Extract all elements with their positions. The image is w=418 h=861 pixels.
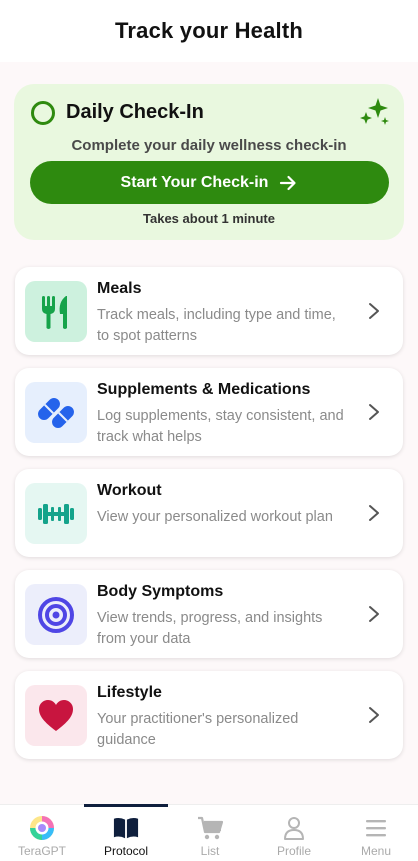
bottom-tab-bar: TeraGPT Protocol List Profile Menu	[0, 804, 418, 861]
workout-icon-box	[25, 483, 87, 544]
fork-knife-icon	[42, 295, 67, 329]
lifestyle-icon-box	[25, 685, 87, 746]
lifestyle-card[interactable]: Lifestyle Your practitioner's personaliz…	[15, 671, 403, 759]
card-description: Log supplements, stay consistent, and tr…	[97, 408, 344, 445]
body-symptoms-card[interactable]: Body Symptoms View trends, progress, and…	[15, 570, 403, 658]
meals-icon-box	[25, 281, 87, 342]
arrow-right-icon	[280, 175, 297, 190]
card-title: Meals	[97, 280, 142, 297]
book-icon	[113, 815, 139, 841]
tab-label: TeraGPT	[17, 844, 66, 858]
supplements-icon-box	[25, 382, 87, 443]
card-description: Track meals, including type and time, to…	[97, 307, 336, 344]
hamburger-menu-icon	[363, 815, 389, 841]
tab-label: Protocol	[103, 844, 149, 858]
tab-list[interactable]: List	[168, 805, 252, 861]
card-title: Lifestyle	[97, 684, 162, 701]
tab-profile[interactable]: Profile	[252, 805, 336, 861]
chevron-right-icon	[369, 303, 379, 319]
card-title: Workout	[97, 482, 162, 499]
daily-checkin-card: Daily Check-In Complete your daily welln…	[14, 84, 404, 240]
card-description: View trends, progress, and insights from…	[97, 610, 323, 647]
app-header: Track your Health	[0, 0, 418, 62]
start-checkin-button[interactable]: Start Your Check-in	[30, 161, 389, 204]
tab-label: Menu	[360, 844, 392, 858]
target-icon	[38, 596, 74, 633]
checkin-duration-note: Takes about 1 minute	[143, 211, 275, 226]
card-description: View your personalized workout plan	[97, 509, 333, 525]
tab-label: Profile	[276, 844, 311, 858]
checkin-subtitle: Complete your daily wellness check-in	[71, 137, 347, 154]
start-checkin-label: Start Your Check-in	[120, 173, 269, 191]
dumbbell-icon	[38, 503, 74, 524]
teragpt-logo-icon	[29, 815, 55, 841]
checkin-title: Daily Check-In	[66, 101, 204, 123]
meals-card[interactable]: Meals Track meals, including type and ti…	[15, 267, 403, 355]
tab-teragpt[interactable]: TeraGPT	[0, 805, 84, 861]
chevron-right-icon	[369, 505, 379, 521]
page-title: Track your Health	[114, 18, 304, 43]
sparkle-icon	[360, 98, 389, 125]
card-title: Supplements & Medications	[97, 381, 311, 398]
workout-card[interactable]: Workout View your personalized workout p…	[15, 469, 403, 557]
pills-icon	[38, 397, 74, 428]
checkin-status-circle-icon	[31, 101, 55, 125]
chevron-right-icon	[369, 707, 379, 723]
card-description: Your practitioner's personalized guidanc…	[97, 711, 299, 748]
heart-icon	[39, 699, 73, 731]
card-title: Body Symptoms	[97, 583, 224, 600]
tab-label: List	[200, 844, 220, 858]
supplements-card[interactable]: Supplements & Medications Log supplement…	[15, 368, 403, 456]
person-icon	[281, 815, 307, 841]
chevron-right-icon	[369, 404, 379, 420]
cart-icon	[197, 815, 223, 841]
chevron-right-icon	[369, 606, 379, 622]
tab-menu[interactable]: Menu	[334, 805, 418, 861]
tab-protocol[interactable]: Protocol	[84, 804, 168, 861]
body-symptoms-icon-box	[25, 584, 87, 645]
